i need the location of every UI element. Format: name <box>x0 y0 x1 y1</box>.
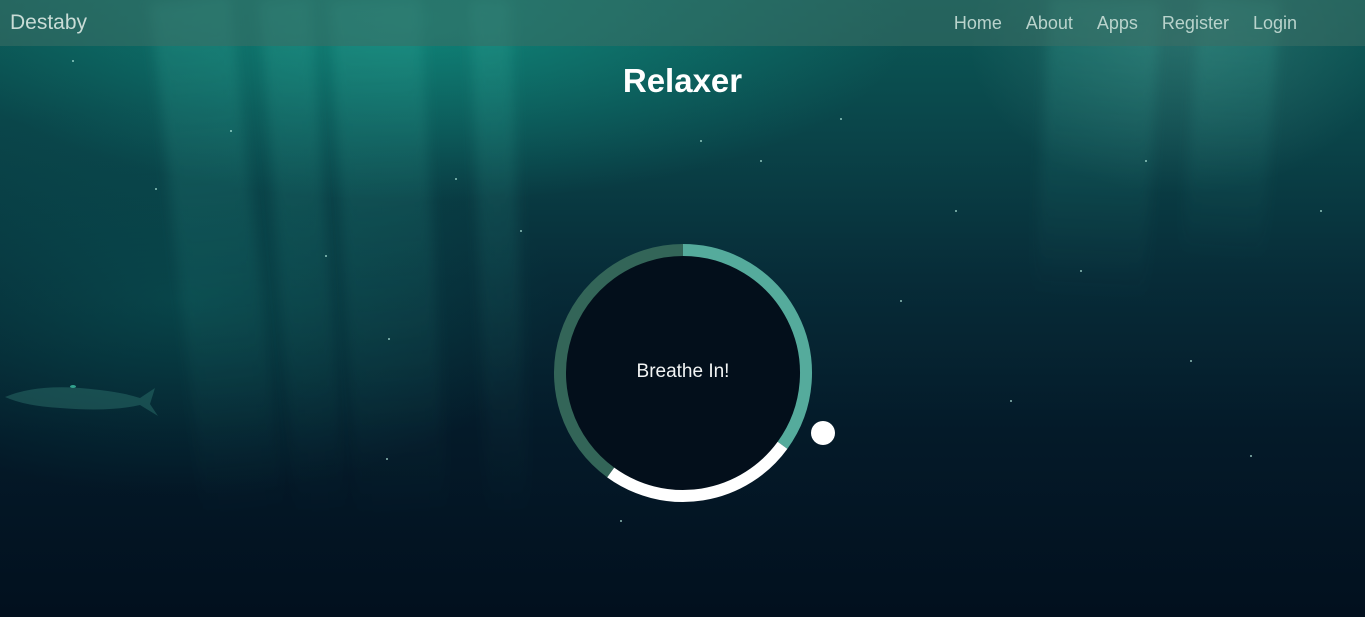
particle <box>620 520 622 522</box>
particle <box>1250 455 1252 457</box>
particle <box>230 130 232 132</box>
particle <box>325 255 327 257</box>
breathing-circle: Breathe In! <box>553 243 813 503</box>
particle <box>520 230 522 232</box>
particle <box>900 300 902 302</box>
nav-link-register[interactable]: Register <box>1150 13 1241 34</box>
particle <box>1010 400 1012 402</box>
particle <box>700 140 702 142</box>
nav-link-about[interactable]: About <box>1014 13 1085 34</box>
nav-link-apps[interactable]: Apps <box>1085 13 1150 34</box>
particle <box>155 188 157 190</box>
particle <box>760 160 762 162</box>
page-title: Relaxer <box>622 62 743 99</box>
particle <box>1145 160 1147 162</box>
nav-link-home[interactable]: Home <box>942 13 1014 34</box>
nav-links: Home About Apps Register Login <box>942 13 1309 34</box>
nav-link-login[interactable]: Login <box>1241 13 1309 34</box>
particle <box>1320 210 1322 212</box>
particle <box>955 210 957 212</box>
particle <box>386 458 388 460</box>
brand-logo-link[interactable]: Destaby <box>10 11 87 35</box>
particle <box>1190 360 1192 362</box>
top-navbar: Destaby Home About Apps Register Login <box>0 0 1365 46</box>
particle <box>1080 270 1082 272</box>
breathe-instruction-text: Breathe In! <box>636 361 730 382</box>
particle <box>455 178 457 180</box>
particle <box>840 118 842 120</box>
page-background: Destaby Home About Apps Register Login R… <box>0 0 1365 617</box>
fish-silhouette <box>5 387 158 416</box>
breathing-pointer-dot <box>811 421 835 445</box>
particle <box>388 338 390 340</box>
